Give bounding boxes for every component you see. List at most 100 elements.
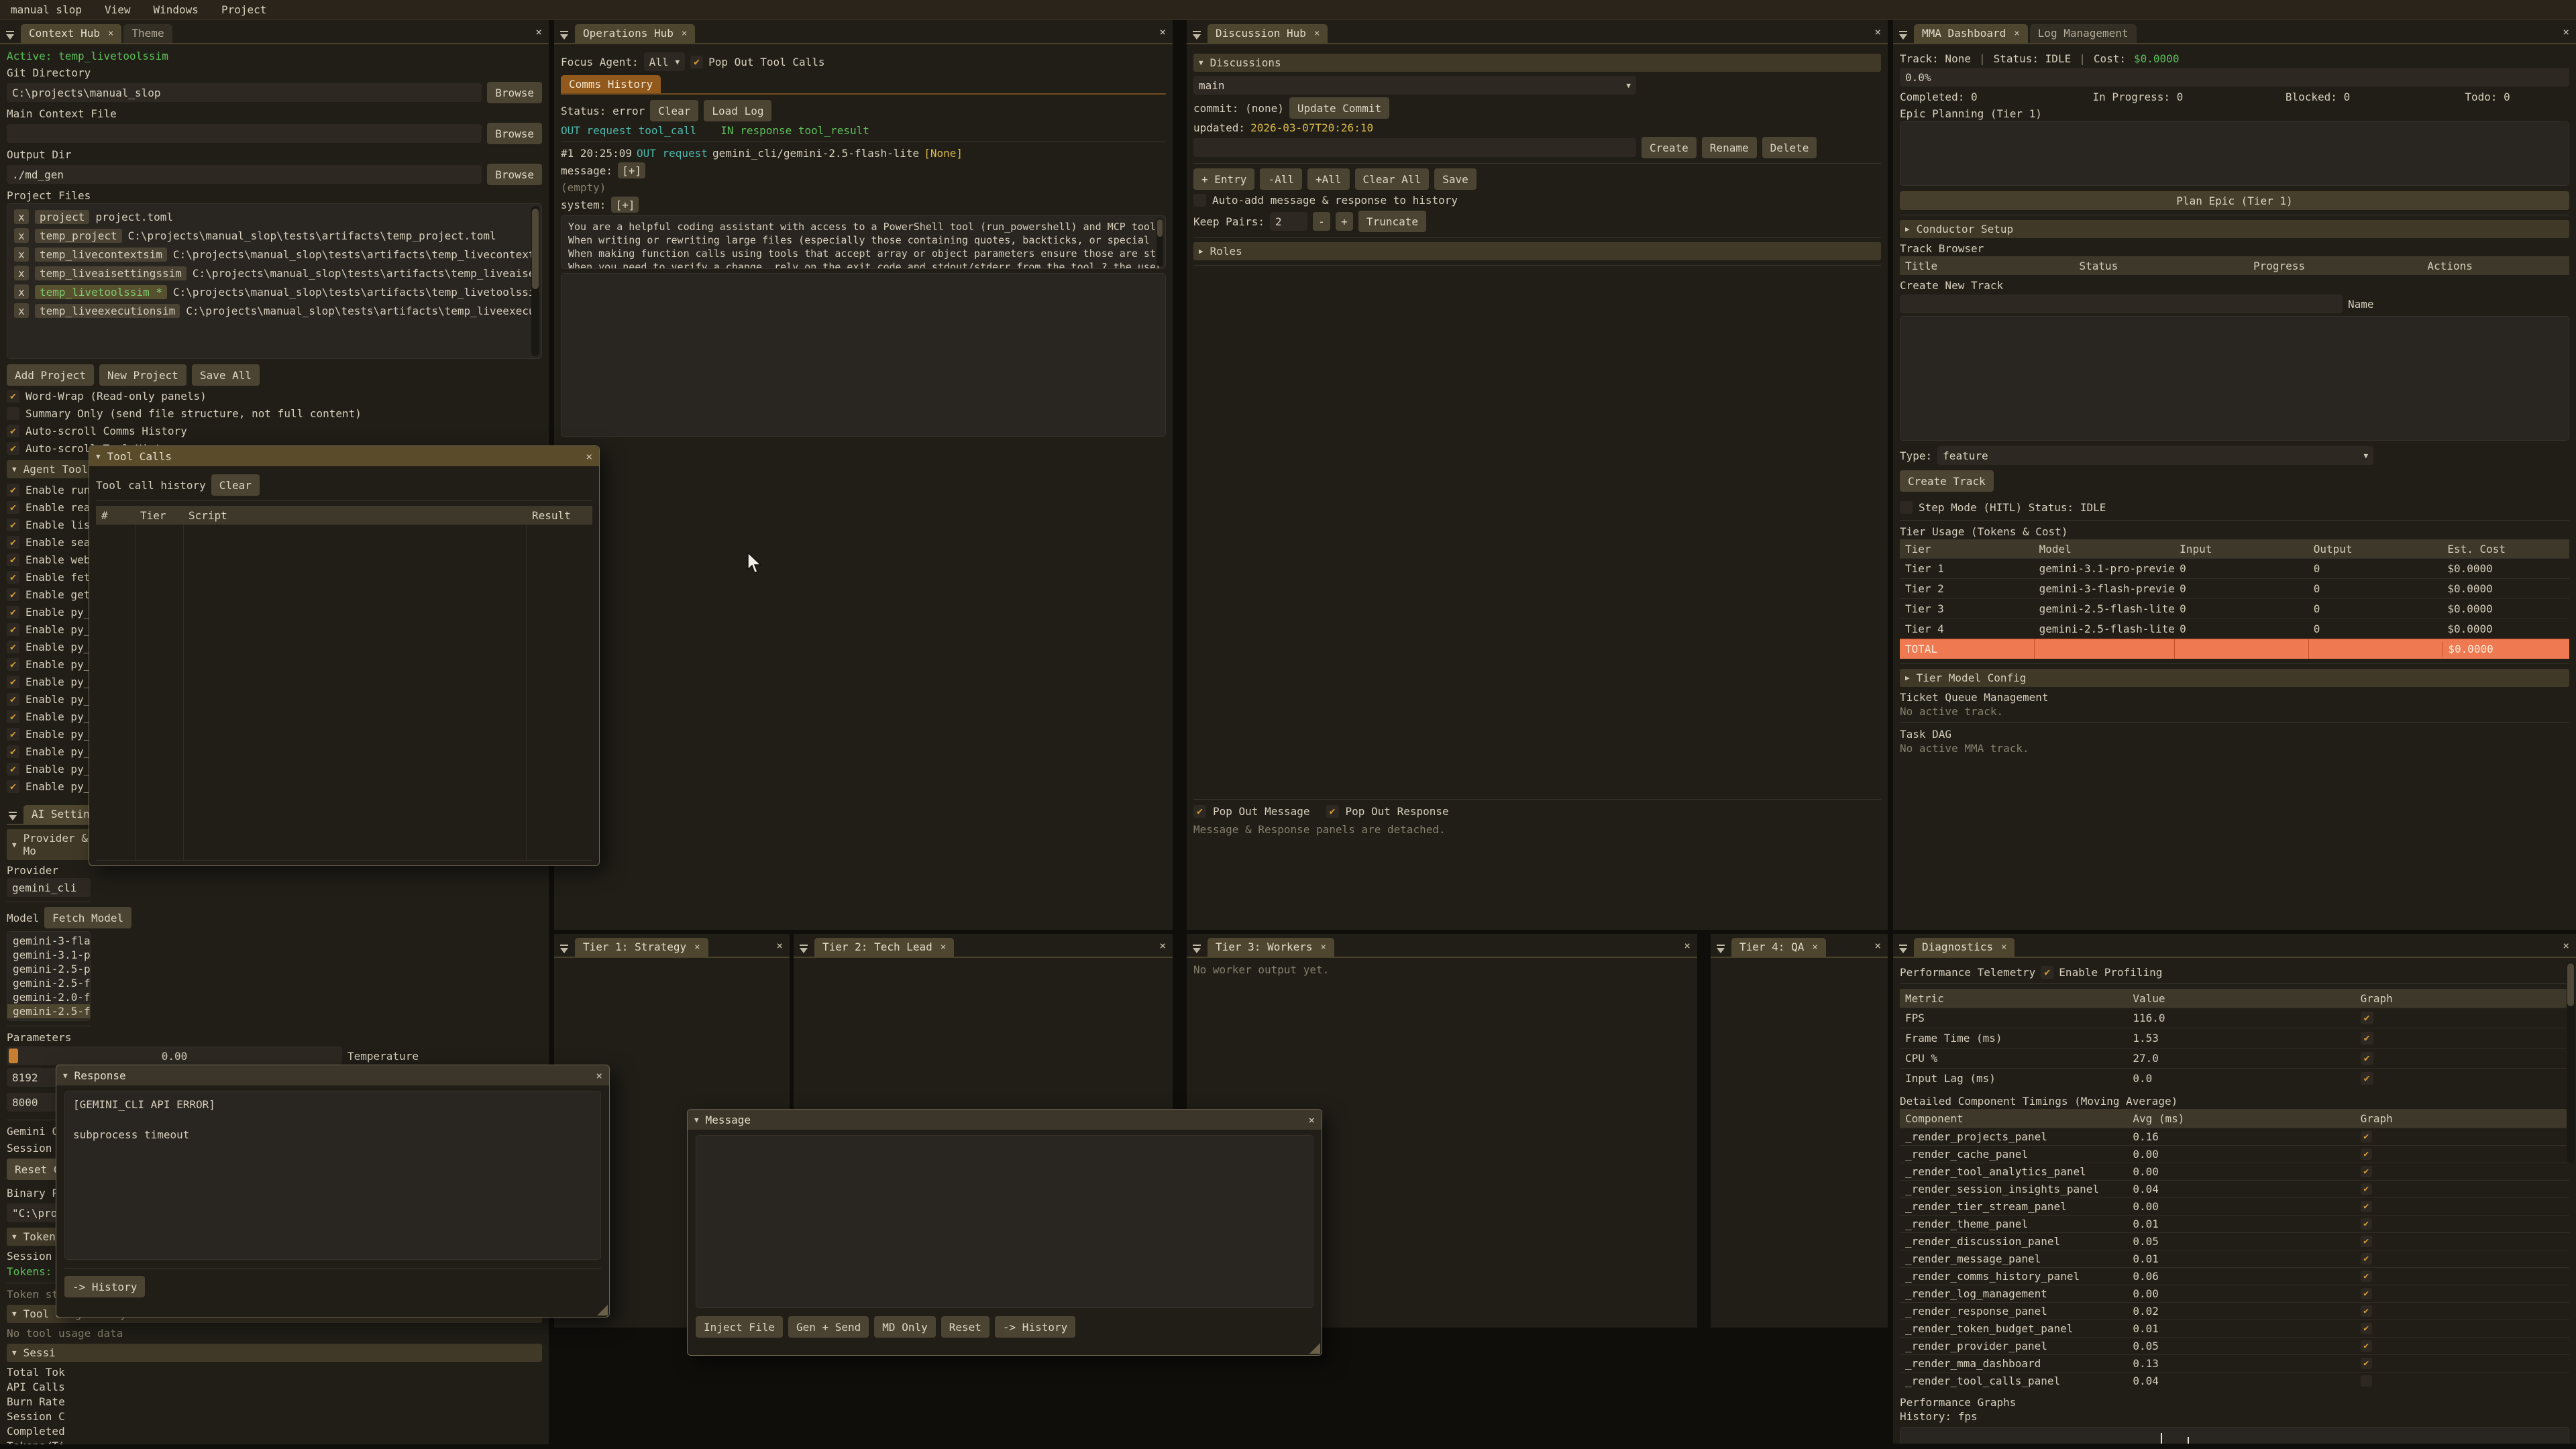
component-graph-checkbox[interactable]: ✔	[2361, 1218, 2372, 1230]
tool-calls-titlebar[interactable]: ▼ Tool Calls ×	[89, 446, 599, 466]
model-list-item[interactable]: gemini-2.5-flash-	[7, 1004, 90, 1018]
tab-tier3[interactable]: Tier 3: Workers×	[1208, 938, 1334, 957]
system-expand-button[interactable]: [+]	[611, 197, 639, 213]
model-list-item[interactable]: gemini-2.0-flash	[7, 990, 90, 1004]
panel-close-icon[interactable]: ×	[1159, 25, 1166, 38]
system-prompt-scrollbar[interactable]	[1157, 218, 1163, 266]
tool-checkbox[interactable]: ✔	[7, 641, 19, 653]
tool-checkbox[interactable]: ✔	[7, 710, 19, 723]
message-action-button[interactable]: MD Only	[874, 1316, 935, 1338]
component-graph-checkbox[interactable]: ✔	[2361, 1271, 2372, 1282]
tab-comms-history[interactable]: Comms History	[561, 75, 661, 93]
file-chip[interactable]: temp_project	[35, 229, 122, 243]
response-text-area[interactable]: [GEMINI_CLI API ERROR] subprocess timeou…	[64, 1091, 601, 1260]
tab-close-icon[interactable]: ×	[108, 28, 113, 39]
tool-checkbox[interactable]: ✔	[7, 658, 19, 671]
panel-close-icon[interactable]: ×	[1684, 939, 1690, 952]
message-action-button[interactable]: -> History	[995, 1316, 1075, 1338]
tool-checkbox[interactable]: ✔	[7, 571, 19, 584]
tool-checkbox[interactable]: ✔	[7, 536, 19, 549]
panel-close-icon[interactable]: ×	[776, 939, 783, 952]
collapse-arrow-icon[interactable]: ▼	[96, 452, 101, 461]
tool-checkbox[interactable]: ✔	[7, 588, 19, 601]
response-to-history-button[interactable]: -> History	[64, 1276, 145, 1297]
component-graph-checkbox[interactable]: ✔	[2361, 1288, 2372, 1299]
component-graph-checkbox[interactable]	[2361, 1375, 2372, 1387]
create-discussion-button[interactable]: Create	[1642, 137, 1697, 158]
add-project-button[interactable]: Add Project	[7, 364, 94, 386]
tab-tier2[interactable]: Tier 2: Tech Lead×	[814, 938, 954, 957]
roles-header[interactable]: ▶ Roles	[1193, 242, 1881, 260]
focus-agent-combo[interactable]: All ▼	[644, 52, 686, 71]
component-graph-checkbox[interactable]: ✔	[2361, 1340, 2372, 1352]
tab-close-icon[interactable]: ×	[694, 942, 700, 953]
epic-planning-input[interactable]	[1900, 121, 2569, 186]
component-graph-checkbox[interactable]: ✔	[2361, 1148, 2372, 1160]
dock-menu-icon[interactable]	[1191, 28, 1204, 43]
remove-file-button[interactable]: x	[14, 247, 29, 262]
menu-item-app[interactable]: manual slop	[11, 3, 82, 16]
output-dir-input[interactable]: ./md_gen	[7, 165, 482, 184]
diagnostics-scrollbar[interactable]	[2567, 962, 2575, 1163]
window-close-icon[interactable]: ×	[1308, 1114, 1315, 1126]
tab-log-management[interactable]: Log Management	[2030, 24, 2137, 43]
option-checkbox[interactable]	[7, 407, 19, 420]
tool-checkbox[interactable]: ✔	[7, 623, 19, 636]
tab-operations-hub[interactable]: Operations Hub×	[575, 24, 695, 43]
rename-discussion-button[interactable]: Rename	[1702, 137, 1757, 158]
discussion-combo[interactable]: main ▼	[1193, 76, 1636, 95]
tab-discussion-hub[interactable]: Discussion Hub×	[1208, 24, 1328, 43]
tool-checkbox[interactable]: ✔	[7, 553, 19, 566]
tool-checkbox[interactable]: ✔	[7, 763, 19, 775]
option-checkbox[interactable]: ✔	[7, 390, 19, 402]
panel-close-icon[interactable]: ×	[1874, 25, 1881, 38]
pop-out-message-checkbox[interactable]: ✔	[1193, 805, 1206, 818]
tab-close-icon[interactable]: ×	[941, 942, 946, 953]
tool-checkbox[interactable]: ✔	[7, 676, 19, 688]
metric-graph-checkbox[interactable]: ✔	[2361, 1032, 2373, 1044]
entry-action-button[interactable]: Clear All	[1355, 168, 1430, 190]
tool-checkbox[interactable]: ✔	[7, 728, 19, 741]
component-graph-checkbox[interactable]: ✔	[2361, 1253, 2372, 1265]
remove-file-button[interactable]: x	[14, 228, 29, 243]
track-name-input[interactable]	[1900, 294, 2343, 313]
model-list-item[interactable]: gemini-3-flash-pr	[7, 934, 90, 948]
output-browse-button[interactable]: Browse	[487, 164, 542, 185]
tab-theme[interactable]: Theme	[123, 24, 172, 43]
remove-file-button[interactable]: x	[14, 284, 29, 299]
panel-close-icon[interactable]: ×	[2563, 939, 2569, 952]
entry-action-button[interactable]: + Entry	[1193, 168, 1254, 190]
provider-input[interactable]: gemini_cli	[7, 878, 91, 897]
keep-pairs-input[interactable]: 2	[1270, 212, 1307, 231]
component-graph-checkbox[interactable]: ✔	[2361, 1201, 2372, 1212]
dock-menu-icon[interactable]	[798, 942, 811, 957]
conductor-setup-header[interactable]: ▶ Conductor Setup	[1900, 220, 2569, 238]
metric-graph-checkbox[interactable]: ✔	[2361, 1052, 2373, 1065]
tab-close-icon[interactable]: ×	[1812, 942, 1817, 953]
git-directory-input[interactable]: C:\projects\manual_slop	[7, 83, 482, 102]
main-browse-button[interactable]: Browse	[487, 123, 542, 144]
component-graph-checkbox[interactable]: ✔	[2361, 1358, 2372, 1369]
dock-menu-icon[interactable]	[1191, 942, 1204, 957]
system-prompt-preview[interactable]: You are a helpful coding assistant with …	[561, 215, 1166, 269]
tier-model-config-header[interactable]: ▶ Tier Model Config	[1900, 669, 2569, 687]
dock-menu-icon[interactable]	[1897, 942, 1911, 957]
dock-menu-icon[interactable]	[558, 942, 572, 957]
session-insights-header[interactable]: ▼ Sessi	[7, 1344, 542, 1362]
dock-menu-icon[interactable]	[558, 28, 572, 43]
component-graph-checkbox[interactable]: ✔	[2361, 1236, 2372, 1247]
remove-file-button[interactable]: x	[14, 303, 29, 318]
tool-checkbox[interactable]: ✔	[7, 745, 19, 758]
panel-close-icon[interactable]: ×	[1159, 939, 1166, 952]
truncate-button[interactable]: Truncate	[1358, 211, 1426, 232]
load-log-button[interactable]: Load Log	[704, 100, 771, 121]
menu-item-windows[interactable]: Windows	[154, 3, 199, 16]
entry-action-button[interactable]: +All	[1307, 168, 1350, 190]
create-track-button[interactable]: Create Track	[1900, 470, 1994, 492]
main-context-file-input[interactable]	[7, 124, 482, 143]
resize-grip[interactable]	[1309, 1343, 1320, 1354]
tool-checkbox[interactable]: ✔	[7, 693, 19, 706]
tab-tier1[interactable]: Tier 1: Strategy×	[575, 938, 708, 957]
autoadd-checkbox[interactable]	[1193, 194, 1206, 207]
popout-toolcalls-checkbox[interactable]: ✔	[690, 56, 703, 68]
